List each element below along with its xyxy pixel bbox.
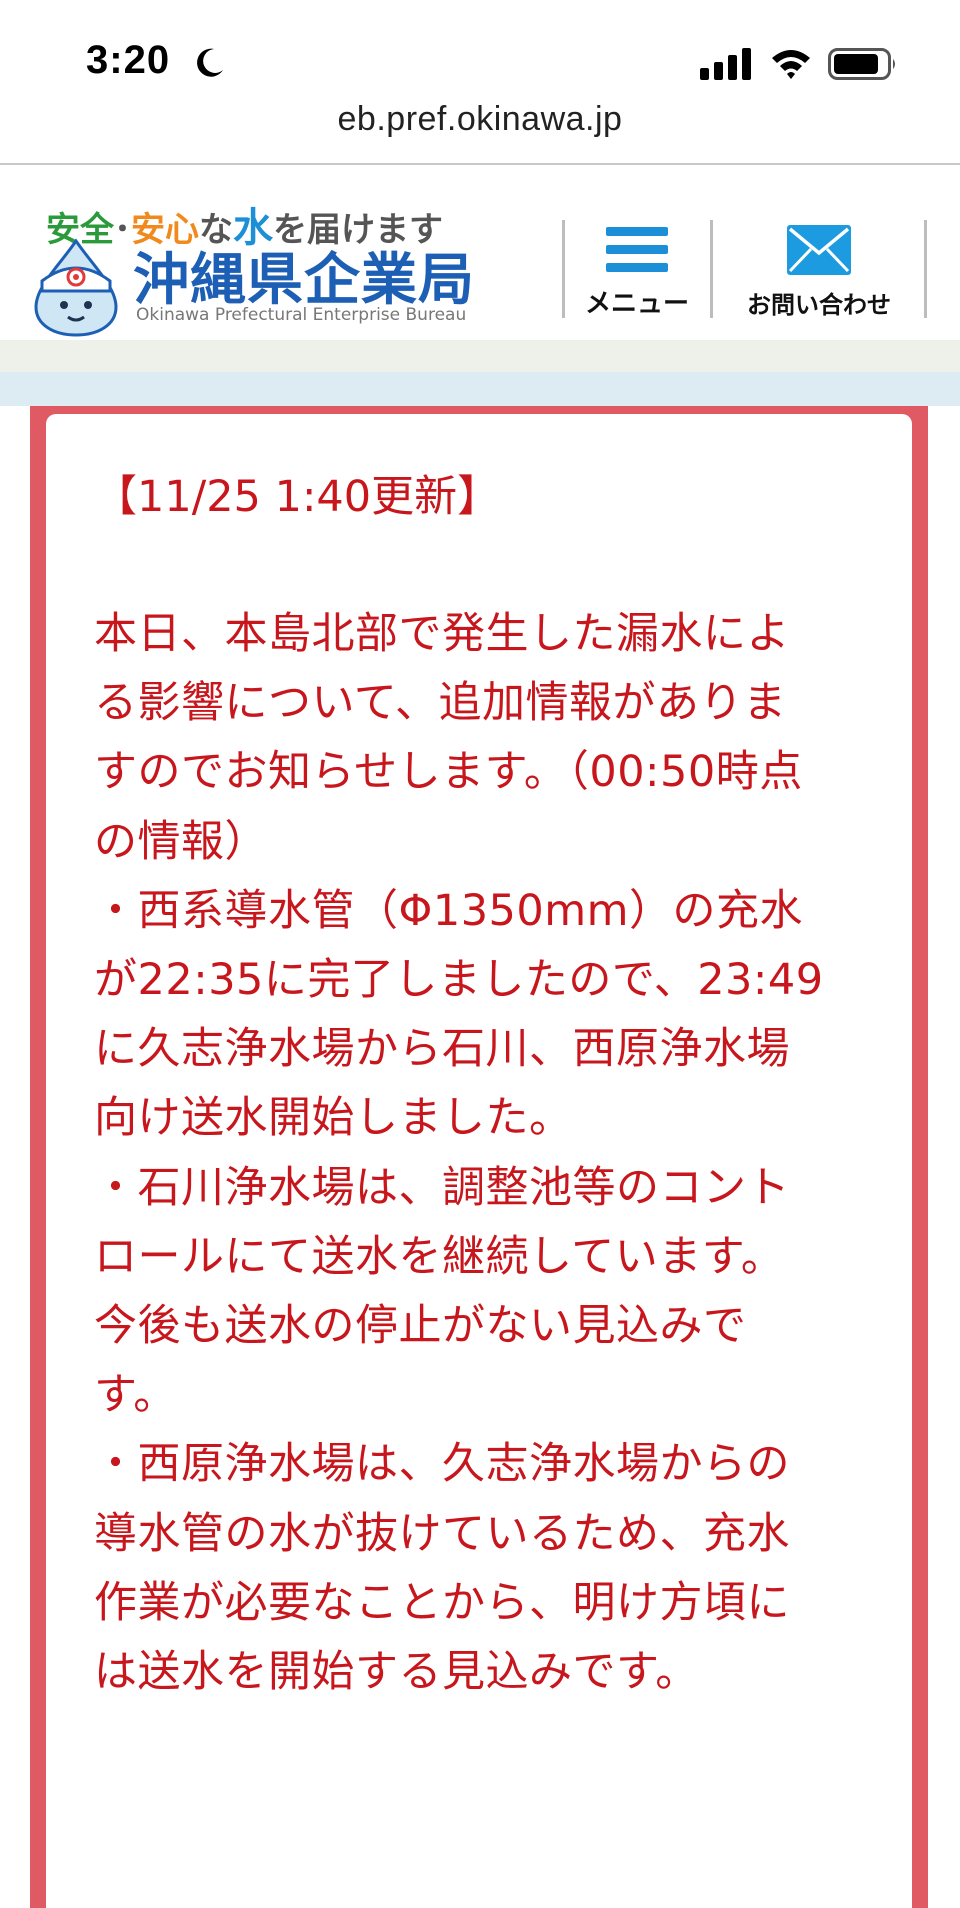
water-drop-mascot-icon bbox=[34, 238, 118, 337]
notice-line: すのでお知らせします。（00:50時点 bbox=[94, 747, 803, 798]
header-divider bbox=[710, 220, 713, 318]
notice-box: 【11/25 1:40更新】 本日、本島北部で発生した漏水によ る影響について、… bbox=[46, 414, 912, 1908]
notice-line: が22:35に完了しましたので、23:49 bbox=[94, 955, 824, 1006]
mail-icon bbox=[787, 225, 851, 275]
notice-line: に久志浄水場から石川、西原浄水場 bbox=[94, 1024, 790, 1075]
menu-label: メニュー bbox=[584, 289, 689, 319]
hamburger-menu-icon bbox=[606, 227, 668, 272]
site-header: 安全･安心な水を届けます 沖縄県企業局 Okinawa Prefectural … bbox=[0, 165, 960, 340]
notice-body: 本日、本島北部で発生した漏水によ る影響について、追加情報がありま すのでお知ら… bbox=[94, 600, 894, 1707]
menu-button[interactable]: メニュー bbox=[566, 215, 708, 325]
contact-button[interactable]: お問い合わせ bbox=[714, 215, 924, 325]
nav-strip bbox=[0, 340, 960, 372]
nav-strip-blue bbox=[0, 372, 960, 406]
contact-label: お問い合わせ bbox=[747, 291, 891, 319]
org-name-english: Okinawa Prefectural Enterprise Bureau bbox=[136, 305, 467, 325]
notice-line: ・石川浄水場は、調整池等のコント bbox=[94, 1162, 790, 1213]
status-time: 3:20 bbox=[86, 38, 171, 82]
site-logo[interactable]: 安全･安心な水を届けます 沖縄県企業局 Okinawa Prefectural … bbox=[28, 195, 498, 337]
notice-line: の情報） bbox=[94, 816, 268, 867]
notice-line: る影響について、追加情報がありま bbox=[94, 678, 787, 729]
notice-frame: 【11/25 1:40更新】 本日、本島北部で発生した漏水によ る影響について、… bbox=[30, 406, 928, 1908]
notice-line: ・西系導水管（Φ1350mm）の充水 bbox=[94, 885, 804, 936]
wifi-icon bbox=[772, 50, 810, 79]
battery-icon bbox=[828, 48, 895, 80]
address-bar-url[interactable]: eb.pref.okinawa.jp bbox=[0, 100, 960, 139]
notice-line: 向け送水開始しました。 bbox=[94, 1093, 573, 1144]
moon-icon bbox=[197, 48, 223, 77]
notice-line: は送水を開始する見込みです。 bbox=[94, 1647, 699, 1698]
header-divider bbox=[562, 220, 565, 318]
notice-line: 作業が必要なことから、明け方頃に bbox=[94, 1577, 790, 1628]
org-name: 沖縄県企業局 bbox=[133, 248, 475, 313]
notice-line: 導水管の水が抜けているため、充水 bbox=[94, 1508, 790, 1559]
notice-line: ・西原浄水場は、久志浄水場からの bbox=[94, 1439, 790, 1490]
notice-line: 今後も送水の停止がない見込みで bbox=[94, 1301, 747, 1352]
notice-update-label: 【11/25 1:40更新】 bbox=[94, 472, 501, 522]
notice-line: 本日、本島北部で発生した漏水によ bbox=[94, 609, 790, 659]
status-bar: 3:20 bbox=[0, 0, 960, 100]
notice-line: ロールにて送水を継続しています。 bbox=[94, 1231, 785, 1282]
cellular-signal-icon bbox=[700, 48, 751, 80]
header-divider bbox=[924, 220, 927, 318]
notice-line: す。 bbox=[94, 1370, 177, 1421]
